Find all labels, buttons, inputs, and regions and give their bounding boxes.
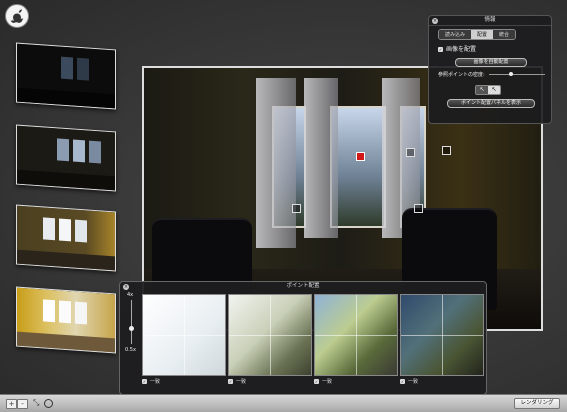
align-point-marker[interactable] [442,146,451,155]
thumbnail-3[interactable] [16,204,116,272]
close-icon[interactable]: × [123,283,129,290]
add-image-button[interactable]: + [6,399,17,409]
close-icon[interactable]: × [432,17,438,24]
bottom-toolbar: + - ⤡ レンダリング [0,394,567,412]
match-label: 一致 [236,379,247,385]
checkbox-check-icon: ✓ [400,379,405,384]
curtain-center [304,78,338,238]
thumbnail-2[interactable] [16,124,116,192]
grid-line [315,335,397,336]
match-checkbox-4[interactable]: ✓ 一致 [400,378,418,385]
app-logo: Ａ Ａ Ａ [5,4,29,28]
info-tabs: 読み込み 配置 統合 [438,29,517,40]
point-preview-1[interactable] [142,294,226,376]
window-center [330,106,386,228]
checkbox-check-icon: ✓ [228,379,233,384]
curtain-left [256,78,296,248]
info-panel-title: 情報 [429,16,551,26]
ref-point-density-label: 参照ポイントの密度: [438,72,485,78]
point-preview-4[interactable] [400,294,484,376]
auto-align-button[interactable]: 画像を自動配置 [455,58,527,67]
match-checkbox-3[interactable]: ✓ 一致 [314,378,332,385]
preview-toggle-icon[interactable] [44,399,53,408]
pointer-tool-icon[interactable]: ↖ [476,86,488,94]
checkbox-check-icon: ✓ [438,47,443,52]
align-images-label: 画像を配置 [446,46,477,53]
show-point-panel-button[interactable]: ポイント配置パネルを表示 [447,99,535,108]
tab-import[interactable]: 読み込み [439,30,472,39]
pointer-tool-group: ↖ ↖ [475,85,501,95]
logo-label: Ａ Ａ Ａ [11,19,23,23]
tab-align[interactable]: 配置 [471,30,494,39]
align-point-marker-active[interactable] [356,152,365,161]
zoom-slider[interactable] [131,300,132,344]
align-images-checkbox[interactable]: ✓ 画像を配置 [438,44,476,53]
thumbnail-4[interactable] [16,286,116,354]
point-preview-2[interactable] [228,294,312,376]
match-label: 一致 [150,379,161,385]
point-panel-title: ポイント配置 [286,283,320,289]
add-point-tool-icon[interactable]: ↖ [488,86,500,94]
match-label: 一致 [408,379,419,385]
info-panel: × 情報 読み込み 配置 統合 ✓ 画像を配置 画像を自動配置 参照ポイントの密度… [428,15,552,124]
align-point-marker[interactable] [414,204,423,213]
remove-image-button[interactable]: - [17,399,28,409]
point-align-panel: × ポイント配置 4x 0.5x ✓ 一致 ✓ 一致 ✓ 一致 ✓ 一致 [119,281,487,395]
align-point-marker[interactable] [406,148,415,157]
density-slider-knob[interactable] [509,72,513,76]
thumbnail-1[interactable] [16,42,116,110]
zoom-max-label: 4x [127,292,134,298]
match-label: 一致 [322,379,333,385]
checkbox-check-icon: ✓ [142,379,147,384]
resize-icon[interactable]: ⤡ [33,398,39,408]
render-button[interactable]: レンダリング [514,398,560,409]
grid-line [143,335,225,336]
match-checkbox-1[interactable]: ✓ 一致 [142,378,160,385]
zoom-min-label: 0.5x [125,347,136,353]
point-preview-3[interactable] [314,294,398,376]
match-checkbox-2[interactable]: ✓ 一致 [228,378,246,385]
checkbox-check-icon: ✓ [314,379,319,384]
density-slider[interactable] [489,74,545,75]
grid-line [229,335,311,336]
grid-line [401,335,483,336]
tab-merge[interactable]: 統合 [493,30,516,39]
align-point-marker[interactable] [292,204,301,213]
zoom-slider-knob[interactable] [129,326,134,331]
